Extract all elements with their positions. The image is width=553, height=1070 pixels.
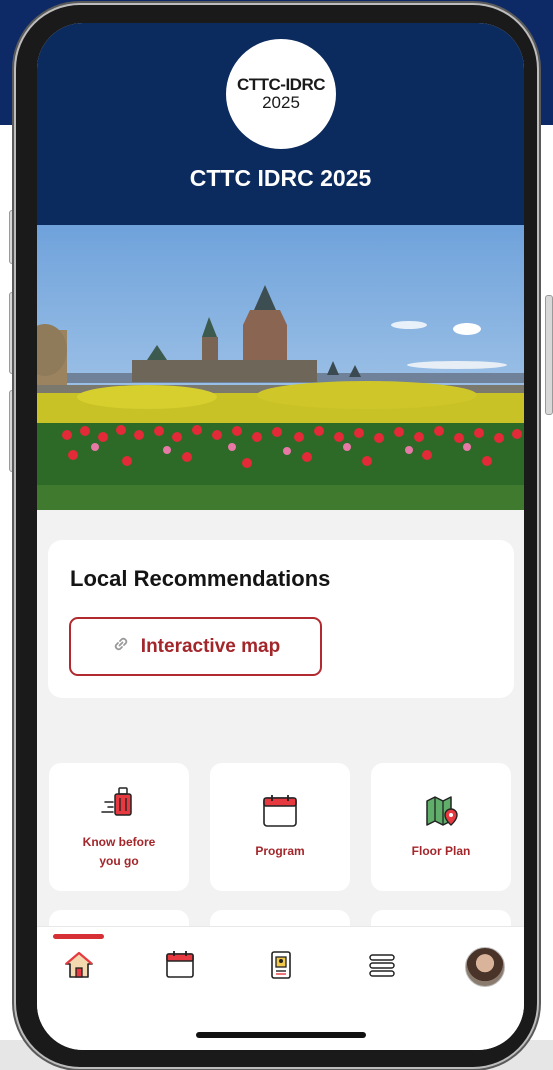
quebec-chateau-tulips-photo (37, 225, 524, 510)
calendar-icon (165, 950, 195, 985)
app-title: CTTC IDRC 2025 (189, 165, 372, 191)
logo-line-2: 2025 (262, 93, 300, 112)
menu-icon (367, 950, 397, 985)
hero-image (37, 225, 524, 510)
home-icon (64, 950, 94, 985)
link-icon (111, 634, 131, 659)
map-pin-icon (421, 793, 461, 834)
badge-icon (266, 950, 296, 985)
tab-home[interactable] (55, 947, 103, 987)
local-recommendations-title: Local Recommendations (70, 566, 331, 591)
tile-label: Know before you go (82, 834, 156, 868)
tile-label: Program (255, 844, 305, 858)
luggage-icon (99, 784, 139, 825)
avatar (465, 947, 505, 987)
interactive-map-label: Interactive map (140, 635, 281, 657)
tile-know-before-you-go[interactable]: Know before you go (49, 763, 189, 891)
logo-line-1: CTTC-IDRC (236, 75, 326, 94)
bottom-tab-bar (37, 926, 524, 1050)
power-button (545, 295, 553, 415)
tile-program[interactable]: Program (210, 763, 350, 891)
calendar-icon (260, 793, 300, 834)
tab-badge[interactable] (257, 947, 305, 987)
tab-menu[interactable] (358, 947, 406, 987)
tile-label: Floor Plan (411, 844, 471, 858)
app-header: CTTC-IDRC 2025 CTTC IDRC 2025 (37, 23, 524, 225)
tab-calendar[interactable] (156, 947, 204, 987)
tile-floor-plan[interactable]: Floor Plan (371, 763, 511, 891)
event-logo: CTTC-IDRC 2025 (226, 39, 336, 149)
local-recommendations-card: Local Recommendations Interactive map (48, 540, 514, 698)
active-tab-indicator (53, 934, 104, 939)
interactive-map-button[interactable]: Interactive map (69, 617, 322, 676)
app-screen: CTTC-IDRC 2025 CTTC IDRC 2025 Local Reco… (37, 23, 524, 1050)
home-indicator (196, 1032, 366, 1038)
tab-profile[interactable] (461, 947, 509, 987)
